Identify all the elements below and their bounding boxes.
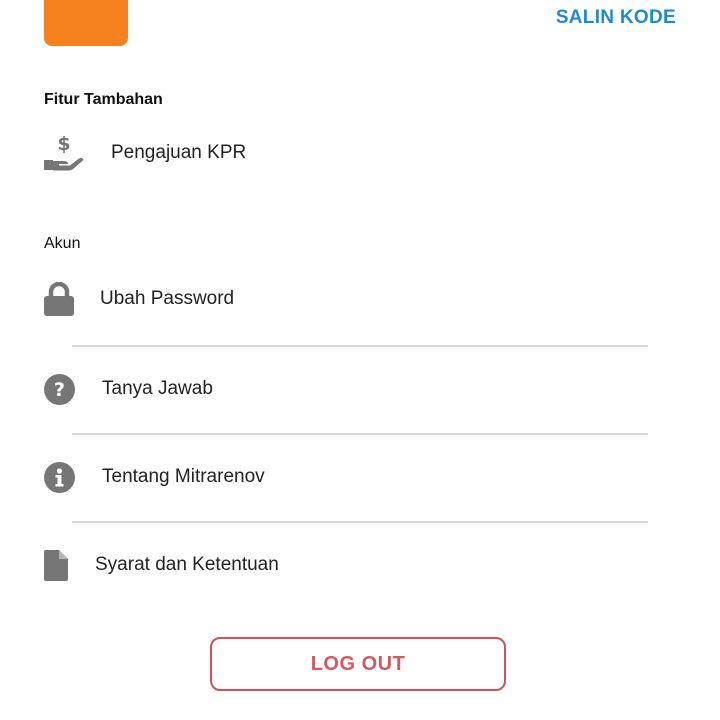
menu-item-label: Tentang Mitrarenov <box>102 466 265 487</box>
section-title-account: Akun <box>44 235 81 252</box>
hand-money-icon: $ <box>44 133 111 171</box>
menu-item-label: Syarat dan Ketentuan <box>95 554 279 575</box>
menu-item-about[interactable]: Tentang Mitrarenov <box>44 452 664 502</box>
menu-item-kpr[interactable]: $ Pengajuan KPR <box>44 128 664 178</box>
menu-item-faq[interactable]: ? Tanya Jawab <box>44 364 664 414</box>
menu-item-label: Tanya Jawab <box>102 378 213 399</box>
info-circle-icon <box>44 460 102 494</box>
divider <box>72 433 648 435</box>
menu-item-label: Pengajuan KPR <box>111 142 247 163</box>
logout-button[interactable]: LOG OUT <box>210 637 506 691</box>
orange-action-chip[interactable] <box>44 0 128 46</box>
section-title-extra-features: Fitur Tambahan <box>44 91 163 108</box>
lock-icon <box>44 282 100 316</box>
question-circle-icon: ? <box>44 372 102 406</box>
menu-item-label: Ubah Password <box>100 288 235 309</box>
menu-item-change-password[interactable]: Ubah Password <box>44 274 664 324</box>
document-icon <box>44 548 95 582</box>
copy-code-button[interactable]: SALIN KODE <box>556 7 676 29</box>
divider <box>72 345 648 347</box>
svg-text:?: ? <box>54 379 65 401</box>
divider <box>72 521 648 523</box>
menu-item-terms[interactable]: Syarat dan Ketentuan <box>44 540 664 590</box>
svg-text:$: $ <box>57 133 70 155</box>
